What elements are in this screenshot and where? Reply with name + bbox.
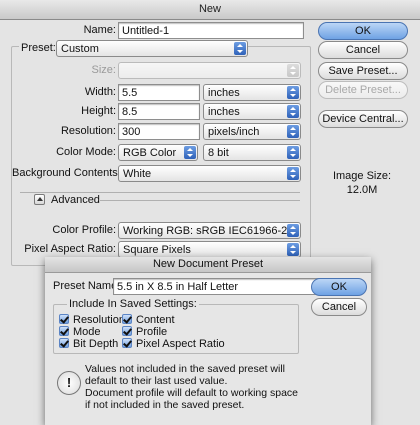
sheet-title: New Document Preset	[45, 257, 371, 273]
include-settings-label: Include In Saved Settings:	[67, 298, 199, 310]
chevron-updown-icon	[234, 42, 246, 55]
image-size-label: Image Size:	[332, 170, 392, 182]
bit-depth-select[interactable]: 8 bit	[203, 144, 301, 161]
divider	[20, 192, 300, 193]
preset-value: Custom	[61, 43, 99, 55]
pixel-aspect-ratio-select[interactable]: Square Pixels	[118, 241, 301, 258]
name-input[interactable]: Untitled-1	[118, 22, 304, 39]
preset-name-input[interactable]: 5.5 in X 8.5 in Half Letter	[113, 278, 340, 295]
height-input[interactable]: 8.5	[118, 103, 200, 120]
checkmark-icon	[59, 338, 69, 348]
advanced-disclosure-icon[interactable]	[34, 194, 45, 205]
save-preset-button[interactable]: Save Preset...	[318, 62, 408, 80]
width-unit-select[interactable]: inches	[203, 84, 301, 101]
warning-icon: !	[57, 371, 81, 395]
note-line: Values not included in the saved preset …	[85, 363, 286, 375]
ok-button[interactable]: OK	[318, 22, 408, 40]
checkbox-bit-depth[interactable]: Bit Depth	[59, 338, 118, 350]
sheet-cancel-button[interactable]: Cancel	[311, 298, 367, 316]
device-central-button[interactable]: Device Central...	[318, 110, 408, 128]
color-profile-select[interactable]: Working RGB: sRGB IEC61966-2.1	[118, 222, 301, 239]
delete-preset-button: Delete Preset...	[318, 81, 408, 99]
width-input[interactable]: 5.5	[118, 84, 200, 101]
resolution-input[interactable]: 300	[118, 123, 200, 140]
width-label: Width:	[84, 86, 116, 98]
color-profile-label: Color Profile:	[52, 224, 116, 236]
checkmark-icon	[122, 326, 132, 336]
chevron-updown-icon	[287, 243, 299, 256]
resolution-label: Resolution:	[60, 125, 116, 137]
size-label: Size:	[91, 64, 116, 76]
cancel-button[interactable]: Cancel	[318, 41, 408, 59]
note-line: Document profile will default to working…	[85, 387, 299, 399]
color-mode-select[interactable]: RGB Color	[118, 144, 198, 161]
preset-label: Preset:	[19, 42, 58, 54]
new-document-preset-sheet: New Document Preset Preset Name: 5.5 in …	[45, 257, 371, 425]
background-contents-select[interactable]: White	[118, 165, 301, 182]
advanced-label: Advanced	[51, 194, 100, 206]
checkbox-content[interactable]: Content	[122, 314, 175, 326]
chevron-updown-icon	[287, 167, 299, 180]
checkbox-resolution[interactable]: Resolution	[59, 314, 125, 326]
chevron-updown-icon	[287, 86, 299, 99]
height-label: Height:	[81, 105, 116, 117]
preset-select[interactable]: Custom	[56, 40, 248, 57]
resolution-unit-select[interactable]: pixels/inch	[203, 123, 301, 140]
size-select	[118, 62, 301, 79]
background-contents-label: Background Contents:	[12, 167, 121, 179]
pixel-aspect-ratio-label: Pixel Aspect Ratio:	[24, 243, 116, 255]
chevron-updown-icon	[287, 105, 299, 118]
checkbox-mode[interactable]: Mode	[59, 326, 101, 338]
checkmark-icon	[59, 326, 69, 336]
sheet-ok-button[interactable]: OK	[311, 278, 367, 296]
new-document-dialog: New Name: Untitled-1 Preset: Custom Size…	[0, 0, 420, 425]
color-mode-label: Color Mode:	[56, 146, 116, 158]
note-line: default to their last used value.	[85, 375, 228, 387]
divider	[100, 200, 300, 201]
image-size-value: 12.0M	[346, 184, 378, 196]
preset-name-label: Preset Name:	[53, 280, 121, 292]
chevron-updown-icon	[287, 125, 299, 138]
checkmark-icon	[59, 314, 69, 324]
window-title: New	[0, 0, 420, 20]
checkbox-profile[interactable]: Profile	[122, 326, 167, 338]
name-label: Name:	[83, 24, 116, 36]
checkbox-pixel-aspect-ratio[interactable]: Pixel Aspect Ratio	[122, 338, 225, 350]
chevron-updown-icon	[287, 64, 299, 77]
chevron-updown-icon	[184, 146, 196, 159]
checkmark-icon	[122, 338, 132, 348]
chevron-updown-icon	[287, 224, 299, 237]
checkmark-icon	[122, 314, 132, 324]
note-line: if not included in the saved preset.	[85, 399, 245, 411]
height-unit-select[interactable]: inches	[203, 103, 301, 120]
chevron-updown-icon	[287, 146, 299, 159]
